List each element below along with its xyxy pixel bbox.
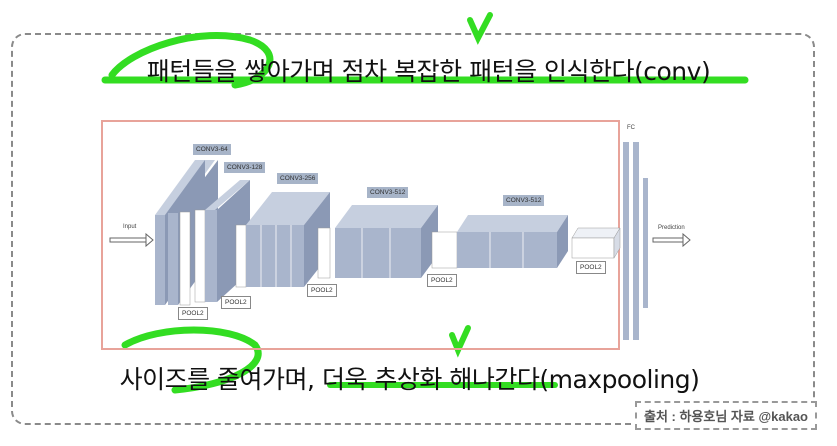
conv-label-1: CONV3-64 xyxy=(193,144,231,155)
cnn-diagram xyxy=(109,142,691,340)
pool-label-1: POOL2 xyxy=(178,307,208,320)
conv-label-3: CONV3-256 xyxy=(277,173,319,184)
final-pool-block xyxy=(571,227,621,259)
conv-block-5 xyxy=(431,215,568,269)
fc-label: FC xyxy=(627,125,635,131)
pool-label-4: POOL2 xyxy=(427,274,457,287)
conv-label-5: CONV3-512 xyxy=(503,195,545,206)
conv-block-4 xyxy=(317,205,438,279)
fc-layers xyxy=(623,142,648,340)
prediction-label: Prediction xyxy=(658,225,685,231)
pool-label-5: POOL2 xyxy=(576,261,606,274)
pool-label-3: POOL2 xyxy=(307,284,337,297)
pool-label-2: POOL2 xyxy=(221,296,251,309)
conv-label-2: CONV3-128 xyxy=(224,162,266,173)
conv-block-3 xyxy=(235,192,330,288)
output-arrow xyxy=(652,232,691,248)
input-arrow xyxy=(109,232,154,248)
input-label: Input xyxy=(123,224,137,230)
conv-label-4: CONV3-512 xyxy=(367,187,409,198)
source-credit: 출처 : 하용호님 자료 @kakao xyxy=(635,401,817,430)
